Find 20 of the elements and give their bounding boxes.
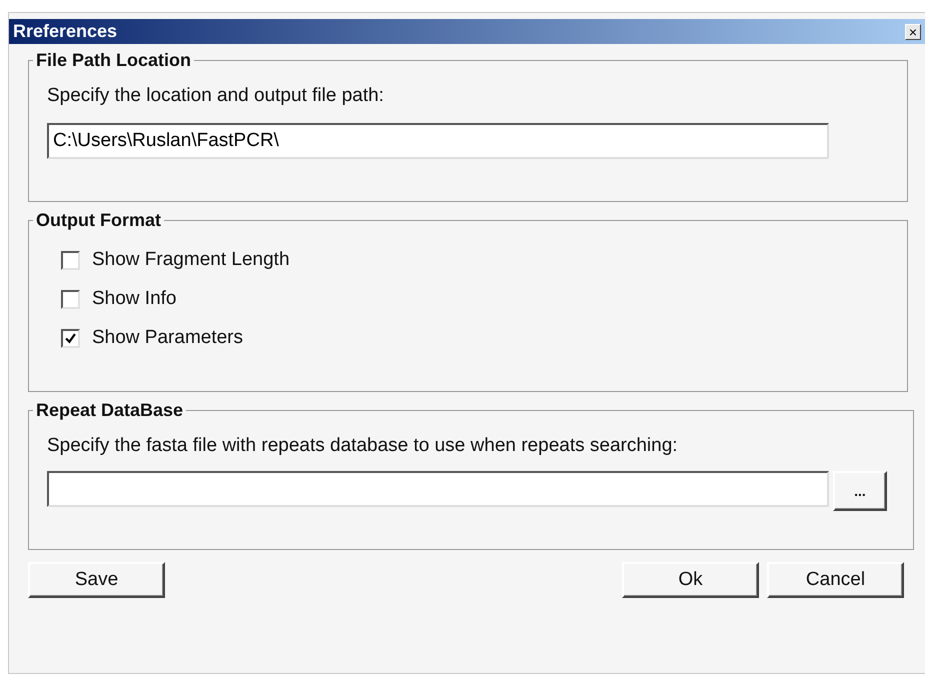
dialog-button[interactable]: Ok [622,562,759,598]
checkbox[interactable] [61,250,80,270]
group-title: Output Format [35,210,162,231]
field-label: Specify the location and output file path: [47,85,385,107]
browse-button[interactable]: ... [833,471,887,511]
checkbox-label[interactable]: Show Parameters [92,327,244,349]
field-label: Specify the fasta file with repeats database to use when repeats searching: [47,435,679,457]
checkbox-label[interactable]: Show Fragment Length [92,249,290,271]
check-icon [65,332,76,344]
path-field[interactable]: C:\Users\Ruslan\FastPCR\ [47,123,829,159]
checkbox[interactable] [61,290,80,308]
database-field[interactable] [47,471,829,507]
checkbox[interactable] [61,328,80,348]
window-title: Rreferences [13,21,118,42]
save-button[interactable]: Save [28,562,165,598]
group-title: File Path Location [35,50,192,71]
close-button[interactable]: × [905,24,921,40]
group-title: Repeat DataBase [35,400,184,421]
checkbox-label[interactable]: Show Info [92,288,176,310]
dialog-button[interactable]: Cancel [767,562,904,598]
